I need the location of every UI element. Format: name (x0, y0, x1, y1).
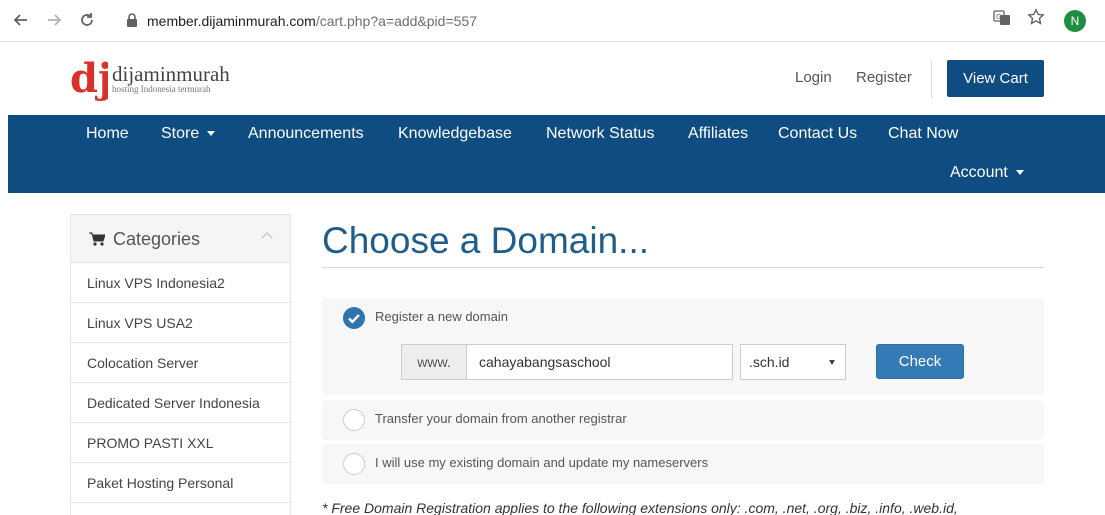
categories-header[interactable]: Categories (71, 215, 290, 263)
register-link[interactable]: Register (856, 69, 912, 86)
nav-account[interactable]: Account (950, 164, 1024, 182)
logo-tagline: hosting Indonesia termurah (112, 84, 211, 94)
logo-mark-icon[interactable]: dj (70, 52, 108, 104)
url-host: member.dijaminmurah.com (147, 13, 316, 29)
cart-icon (89, 232, 105, 246)
chevron-up-icon[interactable] (261, 231, 273, 239)
free-domain-footnote: * Free Domain Registration applies to th… (322, 500, 958, 515)
check-icon (348, 314, 360, 324)
url-text: member.dijaminmurah.com/cart.php?a=add&p… (147, 13, 477, 29)
browser-toolbar: member.dijaminmurah.com/cart.php?a=add&p… (0, 0, 1105, 42)
nav-knowledgebase[interactable]: Knowledgebase (398, 125, 512, 143)
www-prefix: www. (401, 344, 466, 380)
sidebar-item-paket-hosting-personal[interactable]: Paket Hosting Personal (71, 463, 290, 503)
categories-sidebar: Categories Linux VPS Indonesia2 Linux VP… (70, 214, 291, 515)
forward-arrow-icon[interactable] (43, 9, 65, 31)
nav-home[interactable]: Home (86, 125, 129, 143)
domain-input[interactable] (466, 344, 733, 380)
nav-network-status[interactable]: Network Status (546, 125, 654, 143)
tld-select[interactable]: .sch.id (740, 344, 846, 380)
transfer-domain-option[interactable]: Transfer your domain from another regist… (322, 400, 1044, 440)
sidebar-item-promo-pasti-xxl[interactable]: PROMO PASTI XXL (71, 423, 290, 463)
register-option-label[interactable]: Register a new domain (375, 309, 508, 324)
nav-contact-us[interactable]: Contact Us (778, 125, 857, 143)
page-title: Choose a Domain... (322, 220, 650, 261)
svg-text:G: G (996, 13, 1001, 21)
lock-icon (127, 13, 137, 27)
nav-chat-now[interactable]: Chat Now (888, 125, 958, 143)
nav-store-label: Store (161, 125, 200, 142)
main-navigation: Home Store Announcements Knowledgebase N… (8, 115, 1105, 193)
sidebar-item-linux-vps-indonesia2[interactable]: Linux VPS Indonesia2 (71, 263, 290, 303)
transfer-radio[interactable] (343, 409, 365, 431)
title-divider (322, 267, 1044, 268)
chevron-down-icon (207, 131, 216, 137)
reload-icon[interactable] (76, 9, 98, 31)
existing-radio[interactable] (343, 453, 365, 475)
sidebar-item-linux-vps-usa2[interactable]: Linux VPS USA2 (71, 303, 290, 343)
sidebar-item-dedicated-server-indonesia[interactable]: Dedicated Server Indonesia (71, 383, 290, 423)
chevron-down-icon (829, 360, 835, 365)
existing-domain-option[interactable]: I will use my existing domain and update… (322, 444, 1044, 484)
nav-affiliates[interactable]: Affiliates (688, 125, 748, 143)
login-link[interactable]: Login (795, 69, 832, 86)
nav-announcements[interactable]: Announcements (248, 125, 364, 143)
translate-icon[interactable]: G (993, 10, 1011, 31)
register-radio[interactable] (343, 307, 365, 329)
sidebar-item-colocation-server[interactable]: Colocation Server (71, 343, 290, 383)
url-path: /cart.php?a=add&pid=557 (315, 13, 477, 29)
tld-selected-value: .sch.id (749, 354, 790, 370)
address-bar[interactable]: member.dijaminmurah.com/cart.php?a=add&p… (110, 7, 1090, 35)
chevron-down-icon (1015, 170, 1024, 176)
top-edge (0, 0, 1105, 3)
header-divider (931, 60, 932, 98)
star-icon[interactable] (1027, 8, 1045, 31)
back-arrow-icon[interactable] (10, 9, 32, 31)
categories-title: Categories (113, 229, 201, 249)
nav-store[interactable]: Store (161, 125, 216, 143)
existing-option-label[interactable]: I will use my existing domain and update… (375, 455, 708, 470)
register-domain-option[interactable]: Register a new domain www. .sch.id Check (322, 298, 1044, 395)
profile-avatar[interactable]: N (1064, 10, 1086, 32)
view-cart-button[interactable]: View Cart (947, 60, 1044, 97)
transfer-option-label[interactable]: Transfer your domain from another regist… (375, 411, 627, 426)
check-button[interactable]: Check (876, 344, 964, 379)
nav-account-label: Account (950, 164, 1008, 181)
logo-letters: dj (70, 55, 108, 102)
